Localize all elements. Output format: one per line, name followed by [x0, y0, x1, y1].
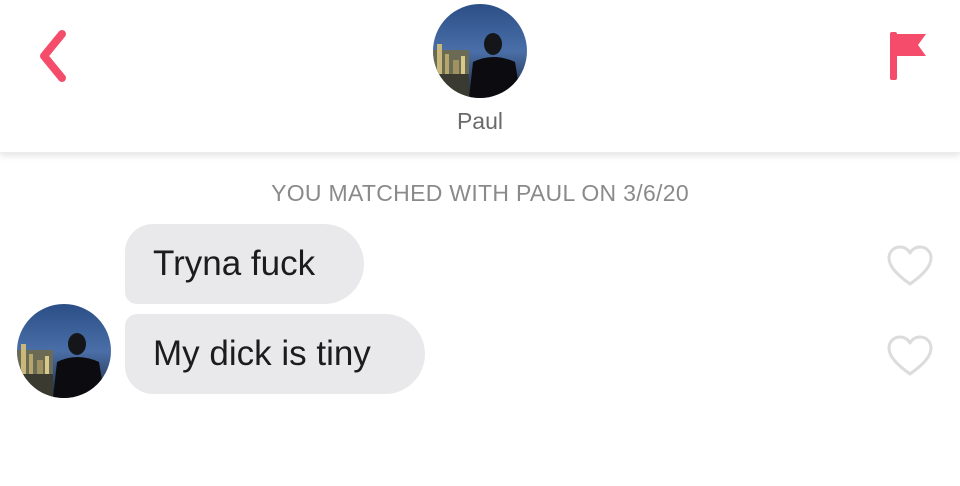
match-name: Paul	[456, 108, 504, 134]
flag-icon	[890, 32, 926, 80]
message-avatar[interactable]	[17, 304, 111, 398]
heart-icon[interactable]	[886, 244, 934, 288]
message-bubble[interactable]: My dick is tiny	[125, 314, 425, 394]
match-notice: YOU MATCHED WITH PAUL ON 3/6/20	[271, 180, 689, 206]
message-bubble[interactable]: Tryna fuck	[125, 224, 364, 304]
chat-header: Paul	[0, 0, 960, 153]
match-avatar[interactable]	[433, 4, 527, 98]
chevron-left-icon	[40, 30, 66, 82]
back-button[interactable]	[24, 24, 80, 88]
report-button[interactable]	[876, 24, 940, 88]
heart-icon[interactable]	[886, 334, 934, 378]
